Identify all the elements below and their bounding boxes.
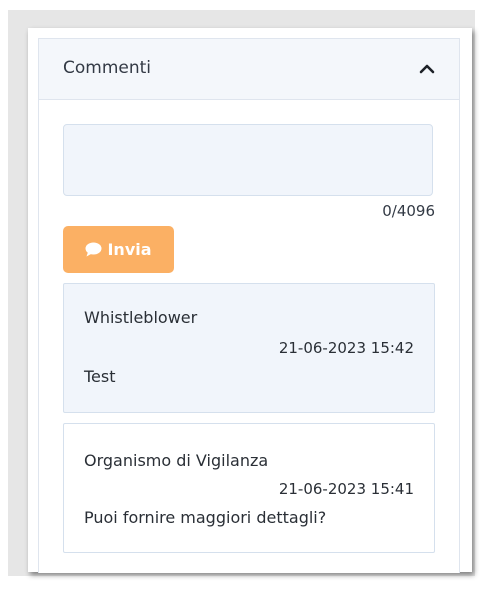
send-button-label: Invia <box>107 240 152 259</box>
comments-header[interactable]: Commenti <box>39 39 459 100</box>
comment-item: Whistleblower 21-06-2023 15:42 Test <box>63 283 435 413</box>
comment-icon <box>85 242 102 257</box>
comment-author: Organismo di Vigilanza <box>84 451 269 470</box>
comments-title: Commenti <box>63 58 152 78</box>
comment-input[interactable] <box>63 124 433 196</box>
chevron-up-icon[interactable] <box>417 59 437 79</box>
comment-datetime: 21-06-2023 15:41 <box>278 480 414 498</box>
comments-panel: Commenti 0/4096 Invia Whistleblower 21-0… <box>28 28 472 573</box>
comment-item: Organismo di Vigilanza 21-06-2023 15:41 … <box>63 423 435 553</box>
comments-card: Commenti 0/4096 Invia Whistleblower 21-0… <box>38 38 460 573</box>
comment-datetime: 21-06-2023 15:42 <box>278 339 414 357</box>
comment-text: Puoi fornire maggiori dettagli? <box>84 508 327 527</box>
char-counter: 0/4096 <box>382 202 435 220</box>
comment-text: Test <box>84 367 116 386</box>
comment-author: Whistleblower <box>84 308 198 327</box>
send-button[interactable]: Invia <box>63 226 174 273</box>
